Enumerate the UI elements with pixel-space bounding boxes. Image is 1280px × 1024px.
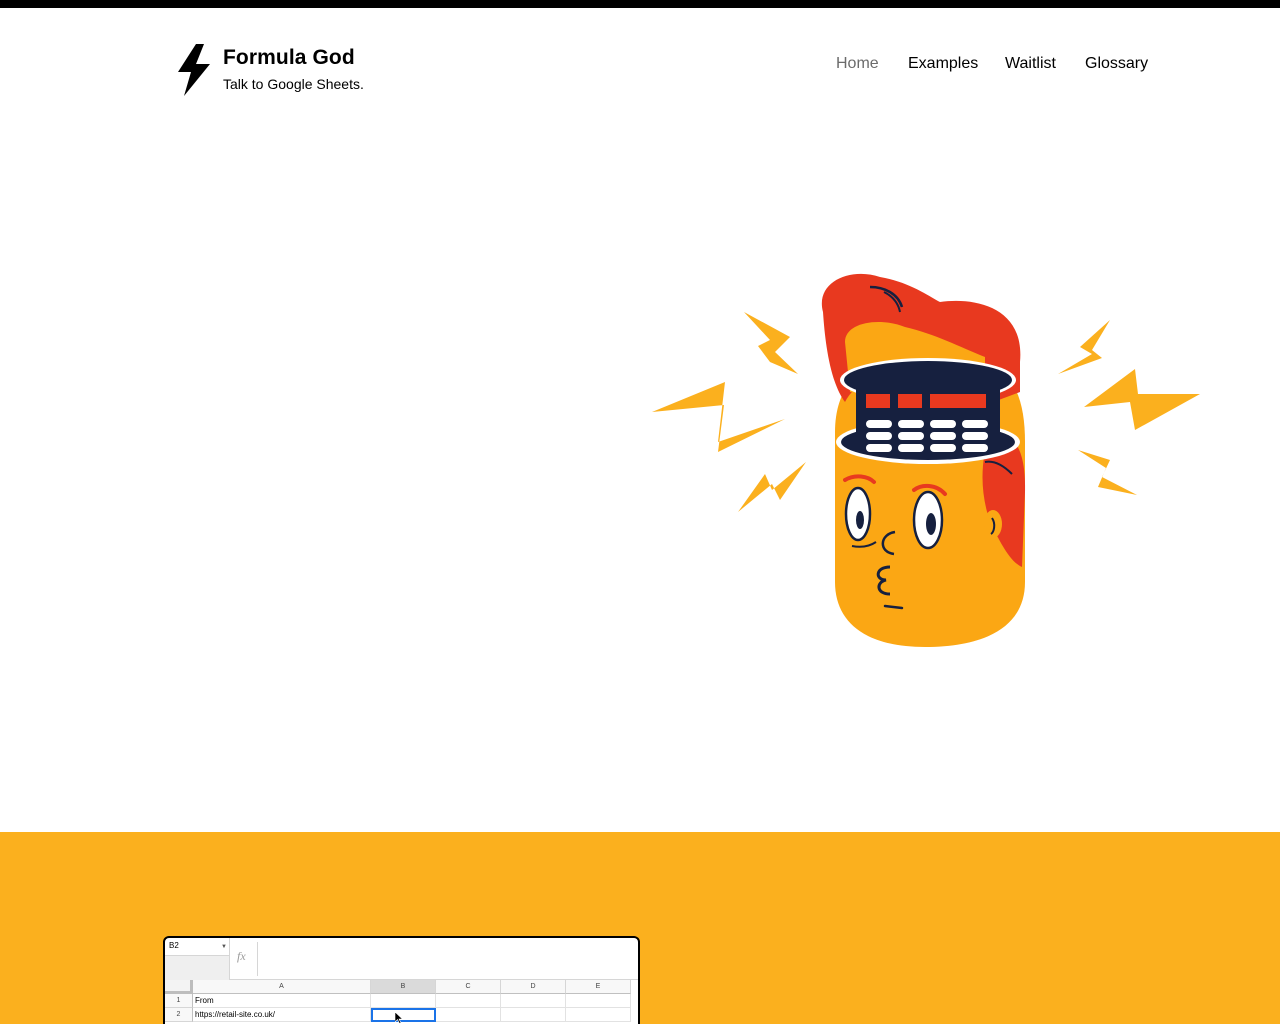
fx-icon: fx [237, 949, 246, 963]
nav-glossary[interactable]: Glossary [1085, 55, 1148, 73]
cell-d1[interactable] [501, 994, 566, 1008]
cell-c1[interactable] [436, 994, 501, 1008]
sheet-grid: A B C D E 1 From 2 https://retail-site.c… [165, 980, 638, 1024]
cell-e2[interactable] [566, 1008, 631, 1022]
cell-d2[interactable] [501, 1008, 566, 1022]
formula-bar: B2 ▼ fx [165, 938, 638, 980]
nav-examples[interactable]: Examples [908, 55, 978, 73]
nav-home[interactable]: Home [836, 55, 879, 73]
column-header-c[interactable]: C [436, 980, 501, 994]
calculator-brain [836, 358, 1020, 464]
cell-e1[interactable] [566, 994, 631, 1008]
column-header-d[interactable]: D [501, 980, 566, 994]
nav-waitlist[interactable]: Waitlist [1005, 55, 1056, 73]
mouse-pointer-icon [395, 1012, 403, 1024]
lightning-bolts-left [652, 312, 806, 512]
cell-c2[interactable] [436, 1008, 501, 1022]
row-header-1[interactable]: 1 [165, 994, 193, 1008]
cell-b1[interactable] [371, 994, 436, 1008]
dropdown-caret-icon[interactable]: ▼ [221, 944, 227, 950]
cell-b2[interactable] [371, 1008, 436, 1022]
column-header-a[interactable]: A [193, 980, 371, 994]
select-all-corner[interactable] [165, 980, 193, 994]
brand-tagline: Talk to Google Sheets. [223, 76, 364, 92]
cell-a1[interactable]: From [193, 994, 371, 1008]
top-border [0, 0, 1280, 8]
cell-a2[interactable]: https://retail-site.co.uk/ [193, 1008, 371, 1022]
lightning-bolts-right [1058, 320, 1200, 495]
column-header-b[interactable]: B [371, 980, 436, 994]
name-box-area [165, 956, 230, 980]
spreadsheet-preview: B2 ▼ fx A B C D E 1 From 2 https://retai… [163, 936, 640, 1024]
main-nav: Home Examples Waitlist Glossary [0, 55, 1280, 75]
head-with-calculator-illustration [652, 273, 1200, 647]
column-header-e[interactable]: E [566, 980, 631, 994]
site-header: Formula God Talk to Google Sheets. Home … [0, 8, 1280, 118]
row-header-2[interactable]: 2 [165, 1008, 193, 1022]
formula-divider [257, 942, 258, 976]
